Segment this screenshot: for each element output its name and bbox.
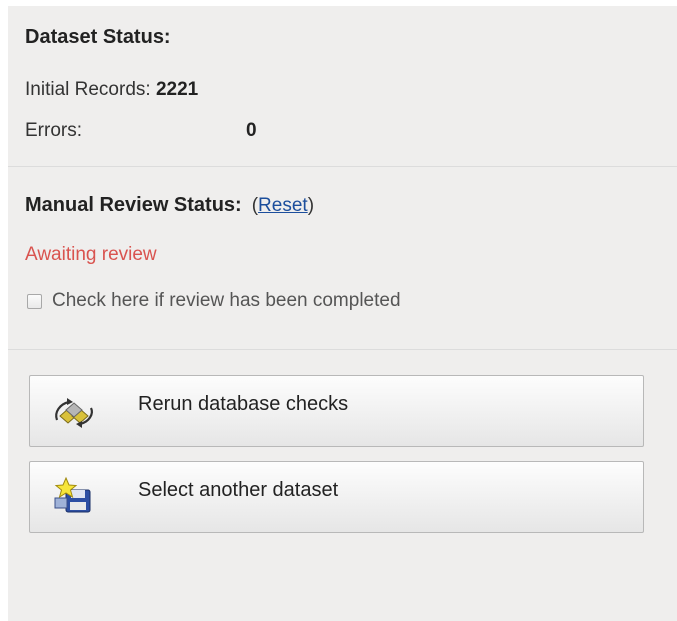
reset-wrapper: (Reset) [252, 195, 314, 216]
review-complete-checkbox-row[interactable]: Check here if review has been completed [27, 290, 401, 312]
initial-records-label: Initial Records: [25, 79, 151, 100]
dataset-status-panel: Dataset Status: Initial Records: 2221 Er… [8, 6, 677, 621]
select-button-label: Select another dataset [138, 479, 339, 501]
review-complete-checkbox-label[interactable]: Check here if review has been completed [52, 290, 401, 312]
select-dataset-icon [52, 476, 96, 516]
errors-label: Errors: [25, 120, 82, 141]
errors-value: 0 [246, 120, 257, 141]
review-complete-checkbox[interactable] [27, 293, 42, 309]
database-check-icon [52, 390, 96, 430]
dataset-status-title: Dataset Status: [25, 26, 171, 48]
section-divider [8, 349, 677, 350]
manual-review-title: Manual Review Status: [25, 194, 242, 216]
initial-records-row: Initial Records: 2221 [25, 79, 198, 101]
reset-close-paren: ) [307, 195, 315, 216]
initial-records-value: 2221 [155, 79, 199, 100]
section-divider [8, 166, 677, 167]
rerun-database-checks-button[interactable]: Rerun database checks [29, 375, 644, 447]
select-another-dataset-button[interactable]: Select another dataset [29, 461, 644, 533]
reset-link[interactable]: Reset [258, 195, 308, 216]
errors-row: Errors: 0 [25, 120, 257, 142]
rerun-button-label: Rerun database checks [138, 393, 349, 415]
review-status-text: Awaiting review [25, 244, 157, 265]
manual-review-header: Manual Review Status: (Reset) [25, 194, 314, 217]
